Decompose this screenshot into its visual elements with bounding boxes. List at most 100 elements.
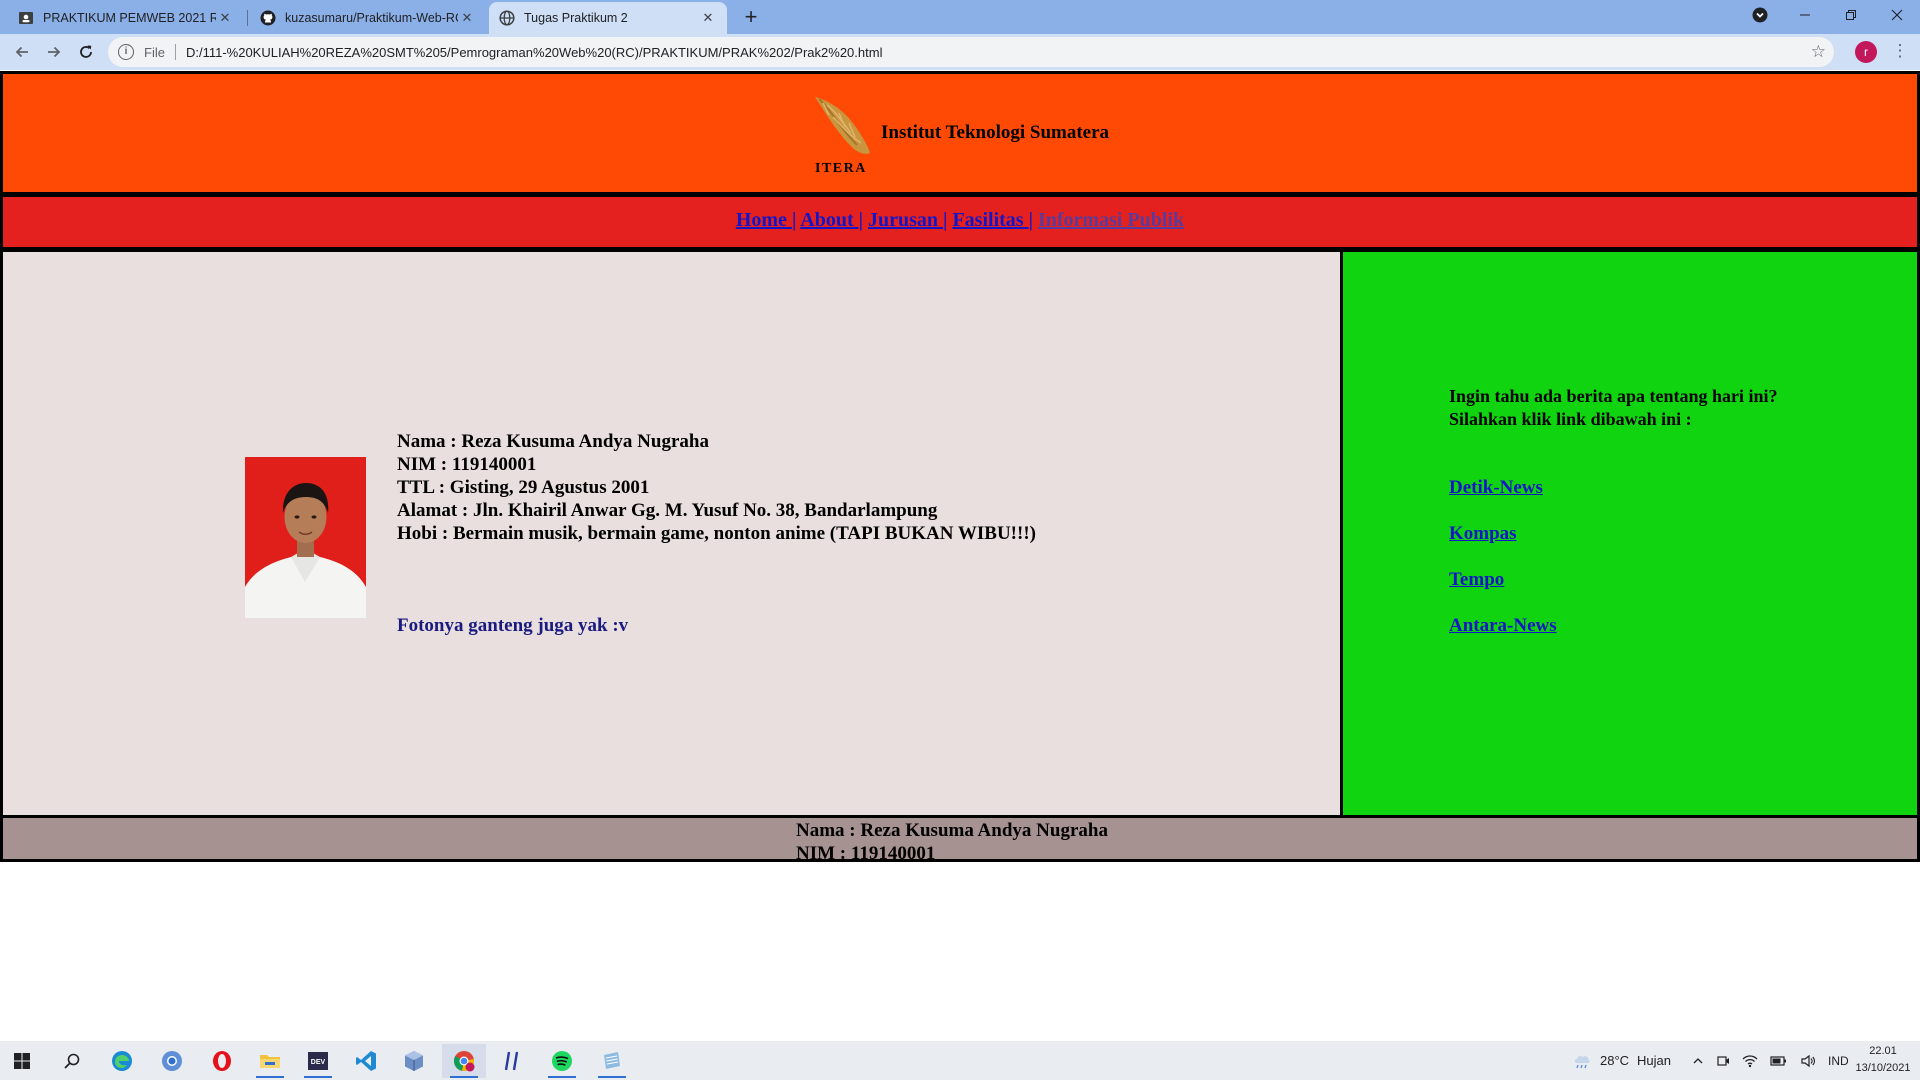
- close-window-button[interactable]: [1874, 0, 1920, 30]
- news-link-tempo[interactable]: Tempo: [1449, 569, 1504, 591]
- news-intro-line: Silahkan klik link dibawah ini :: [1449, 409, 1692, 429]
- tab-title: Tugas Praktikum 2: [524, 11, 628, 25]
- tab-github[interactable]: kuzasumaru/Praktikum-Web-RC ✕: [250, 2, 486, 34]
- profile-name: Nama : Reza Kusuma Andya Nugraha: [397, 431, 709, 452]
- browser-toolbar: i File D:/111-%20KULIAH%20REZA%20SMT%205…: [0, 34, 1920, 70]
- nav-separator: |: [858, 209, 864, 231]
- browser-tab-strip: PRAKTIKUM PEMWEB 2021 RA, RB ✕ kuzasumar…: [0, 0, 1920, 34]
- taskbar-notes[interactable]: [590, 1044, 634, 1078]
- tab-title: kuzasumaru/Praktikum-Web-RC: [285, 11, 458, 25]
- new-tab-button[interactable]: +: [737, 4, 765, 32]
- back-button[interactable]: [8, 38, 36, 66]
- forward-button[interactable]: [40, 38, 68, 66]
- profile-hobi: Hobi : Bermain musik, bermain game, nont…: [397, 523, 1036, 544]
- news-link-detik[interactable]: Detik-News: [1449, 477, 1543, 499]
- taskbar-virtualbox[interactable]: [392, 1044, 436, 1078]
- tab-praktikum-pemweb[interactable]: PRAKTIKUM PEMWEB 2021 RA, RB ✕: [8, 2, 244, 34]
- search-icon: [64, 1053, 80, 1069]
- clock[interactable]: 22.01 13/10/2021: [1848, 1043, 1918, 1077]
- address-bar[interactable]: i File D:/111-%20KULIAH%20REZA%20SMT%205…: [108, 37, 1834, 67]
- news-link-antara[interactable]: Antara-News: [1449, 615, 1557, 637]
- rain-cloud-icon: [1574, 1055, 1590, 1068]
- nav-separator: |: [943, 209, 948, 231]
- windows-icon: [14, 1053, 30, 1069]
- minimize-button[interactable]: [1782, 0, 1828, 30]
- news-sidebar: Ingin tahu ada berita apa tentang hari i…: [1340, 249, 1920, 818]
- profile-nim: NIM : 119140001: [397, 454, 537, 475]
- nav-informasi-publik-link[interactable]: Informasi Publik: [1038, 209, 1184, 231]
- spotify-icon: [552, 1051, 572, 1071]
- more-menu-icon[interactable]: ⋮: [1891, 39, 1909, 63]
- close-icon[interactable]: ✕: [458, 10, 476, 26]
- wifi-icon[interactable]: [1742, 1054, 1758, 1068]
- tab-separator: [247, 10, 248, 26]
- itera-logo-icon: [815, 97, 870, 154]
- svg-text:DEV: DEV: [311, 1059, 326, 1066]
- close-icon[interactable]: ✕: [216, 10, 234, 26]
- taskbar-file-explorer[interactable]: [248, 1044, 292, 1078]
- weather-desc: Hujan: [1637, 1053, 1672, 1068]
- language-indicator[interactable]: IND: [1828, 1054, 1849, 1068]
- reload-button[interactable]: [72, 38, 100, 66]
- url-scheme: File: [144, 44, 165, 60]
- profile-alamat: Alamat : Jln. Khairil Anwar Gg. M. Yusuf…: [397, 500, 938, 521]
- chevron-up-icon[interactable]: [1692, 1055, 1704, 1067]
- taskbar-edge[interactable]: [100, 1044, 144, 1078]
- battery-icon[interactable]: [1770, 1054, 1788, 1068]
- meet-now-icon[interactable]: [1716, 1054, 1730, 1068]
- classroom-icon: [18, 10, 34, 26]
- page-footer: Nama : Reza Kusuma Andya Nugraha NIM : 1…: [0, 815, 1920, 864]
- nav-about-link[interactable]: About: [800, 209, 858, 231]
- site-title: Institut Teknologi Sumatera: [881, 122, 1110, 143]
- volume-icon[interactable]: [1800, 1054, 1816, 1068]
- news-link-kompas[interactable]: Kompas: [1449, 523, 1517, 545]
- minimize-icon: [1800, 14, 1810, 16]
- clock-time: 22.01: [1869, 1045, 1897, 1057]
- github-icon: [260, 10, 276, 26]
- chevron-down-icon: [1752, 7, 1768, 23]
- weather-widget[interactable]: 28°C Hujan: [1572, 1041, 1671, 1080]
- close-icon: [1891, 9, 1903, 21]
- notepad-icon: [604, 1052, 620, 1069]
- taskbar-dev[interactable]: DEV: [296, 1044, 340, 1078]
- footer-name: Nama : Reza Kusuma Andya Nugraha: [796, 820, 1108, 841]
- news-intro: Ingin tahu ada berita apa tentang hari i…: [1449, 385, 1778, 431]
- info-icon[interactable]: i: [118, 44, 134, 60]
- restore-button[interactable]: [1828, 0, 1874, 30]
- taskbar-chrome-alt[interactable]: [150, 1044, 194, 1078]
- nav-fasilitas-link[interactable]: Fasilitas: [952, 209, 1028, 231]
- chrome-icon: [453, 1051, 475, 1072]
- chrome-icon: [162, 1051, 182, 1071]
- reload-icon: [80, 45, 92, 58]
- star-icon[interactable]: ☆: [1811, 42, 1826, 62]
- taskbar-vscode[interactable]: [344, 1044, 388, 1078]
- web-page: ITERA Institut Teknologi Sumatera Home |…: [0, 70, 1920, 1041]
- taskbar-chrome[interactable]: [442, 1044, 486, 1078]
- nav-separator: |: [1028, 209, 1033, 231]
- arrow-left-icon: [15, 46, 28, 58]
- profile-ttl: TTL : Gisting, 29 Agustus 2001: [397, 477, 650, 498]
- system-tray: IND: [1692, 1041, 1849, 1080]
- nav-home-link[interactable]: Home: [736, 209, 792, 231]
- taskbar-opera[interactable]: [200, 1044, 244, 1078]
- news-intro-line: Ingin tahu ada berita apa tentang hari i…: [1449, 386, 1778, 406]
- profile-details: Nama : Reza Kusuma Andya Nugraha NIM : 1…: [397, 430, 1036, 545]
- taskbar-hashtag-app[interactable]: [490, 1044, 534, 1078]
- url-text: D:/111-%20KULIAH%20REZA%20SMT%205/Pemrog…: [185, 44, 883, 60]
- weather-temp: 28°C: [1600, 1053, 1630, 1068]
- close-icon[interactable]: ✕: [699, 10, 717, 26]
- avatar[interactable]: r: [1855, 41, 1877, 63]
- page-header: ITERA Institut Teknologi Sumatera: [0, 71, 1920, 195]
- search-button[interactable]: [50, 1044, 94, 1078]
- tab-tugas-praktikum[interactable]: Tugas Praktikum 2 ✕: [489, 2, 727, 34]
- tab-search-button[interactable]: [1737, 0, 1783, 30]
- vscode-icon: [356, 1051, 376, 1071]
- tab-title: PRAKTIKUM PEMWEB 2021 RA, RB: [43, 11, 216, 25]
- taskbar-spotify[interactable]: [540, 1044, 584, 1078]
- edge-icon: [112, 1051, 132, 1071]
- nav-jurusan-link[interactable]: Jurusan: [868, 209, 943, 231]
- profile-section: Nama : Reza Kusuma Andya Nugraha NIM : 1…: [0, 249, 1343, 818]
- clock-date: 13/10/2021: [1855, 1062, 1911, 1074]
- cube-icon: [405, 1051, 423, 1071]
- start-button[interactable]: [0, 1044, 44, 1078]
